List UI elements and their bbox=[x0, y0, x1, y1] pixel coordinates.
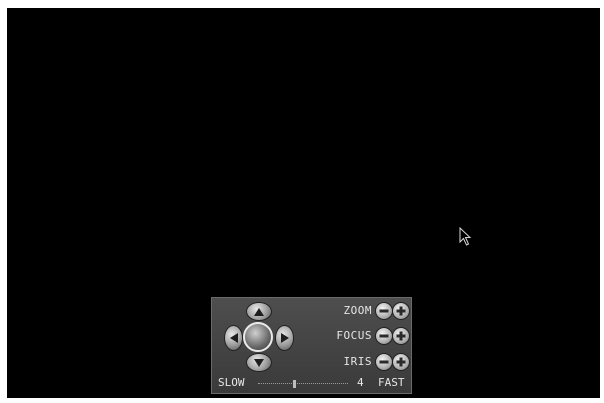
focus-row: FOCUS bbox=[308, 326, 410, 346]
zoom-in-button[interactable] bbox=[392, 302, 410, 320]
ptz-control-panel: ZOOM FOCUS IRIS SLOW 4 FAST bbox=[211, 297, 412, 394]
mouse-pointer-icon bbox=[459, 227, 472, 246]
minus-icon bbox=[379, 334, 389, 338]
speed-value: 4 bbox=[357, 376, 364, 389]
speed-slider-thumb[interactable] bbox=[293, 380, 296, 388]
iris-label: IRIS bbox=[343, 355, 372, 368]
minus-icon bbox=[379, 309, 389, 313]
speed-fast-label: FAST bbox=[378, 376, 405, 389]
iris-close-button[interactable] bbox=[375, 353, 393, 371]
plus-icon bbox=[396, 306, 406, 316]
plus-icon bbox=[396, 357, 406, 367]
zoom-out-button[interactable] bbox=[375, 302, 393, 320]
speed-control: SLOW 4 FAST bbox=[218, 376, 408, 390]
focus-far-button[interactable] bbox=[392, 327, 410, 345]
video-viewport[interactable]: ZOOM FOCUS IRIS SLOW 4 FAST bbox=[7, 8, 600, 398]
zoom-label: ZOOM bbox=[343, 304, 372, 317]
focus-near-button[interactable] bbox=[375, 327, 393, 345]
right-arrow-icon bbox=[280, 333, 289, 343]
center-home-button[interactable] bbox=[243, 322, 273, 352]
left-arrow-icon bbox=[229, 333, 238, 343]
pan-left-button[interactable] bbox=[224, 325, 243, 351]
minus-icon bbox=[379, 360, 389, 364]
pan-down-button[interactable] bbox=[246, 353, 272, 372]
zoom-row: ZOOM bbox=[308, 301, 410, 321]
up-arrow-icon bbox=[254, 307, 264, 316]
iris-open-button[interactable] bbox=[392, 353, 410, 371]
speed-slow-label: SLOW bbox=[218, 376, 245, 389]
down-arrow-icon bbox=[254, 358, 264, 367]
iris-row: IRIS bbox=[308, 352, 410, 372]
pan-right-button[interactable] bbox=[275, 325, 294, 351]
speed-slider[interactable] bbox=[258, 380, 348, 388]
plus-icon bbox=[396, 331, 406, 341]
focus-label: FOCUS bbox=[336, 329, 372, 342]
direction-pad bbox=[222, 302, 294, 372]
pan-up-button[interactable] bbox=[246, 302, 272, 321]
